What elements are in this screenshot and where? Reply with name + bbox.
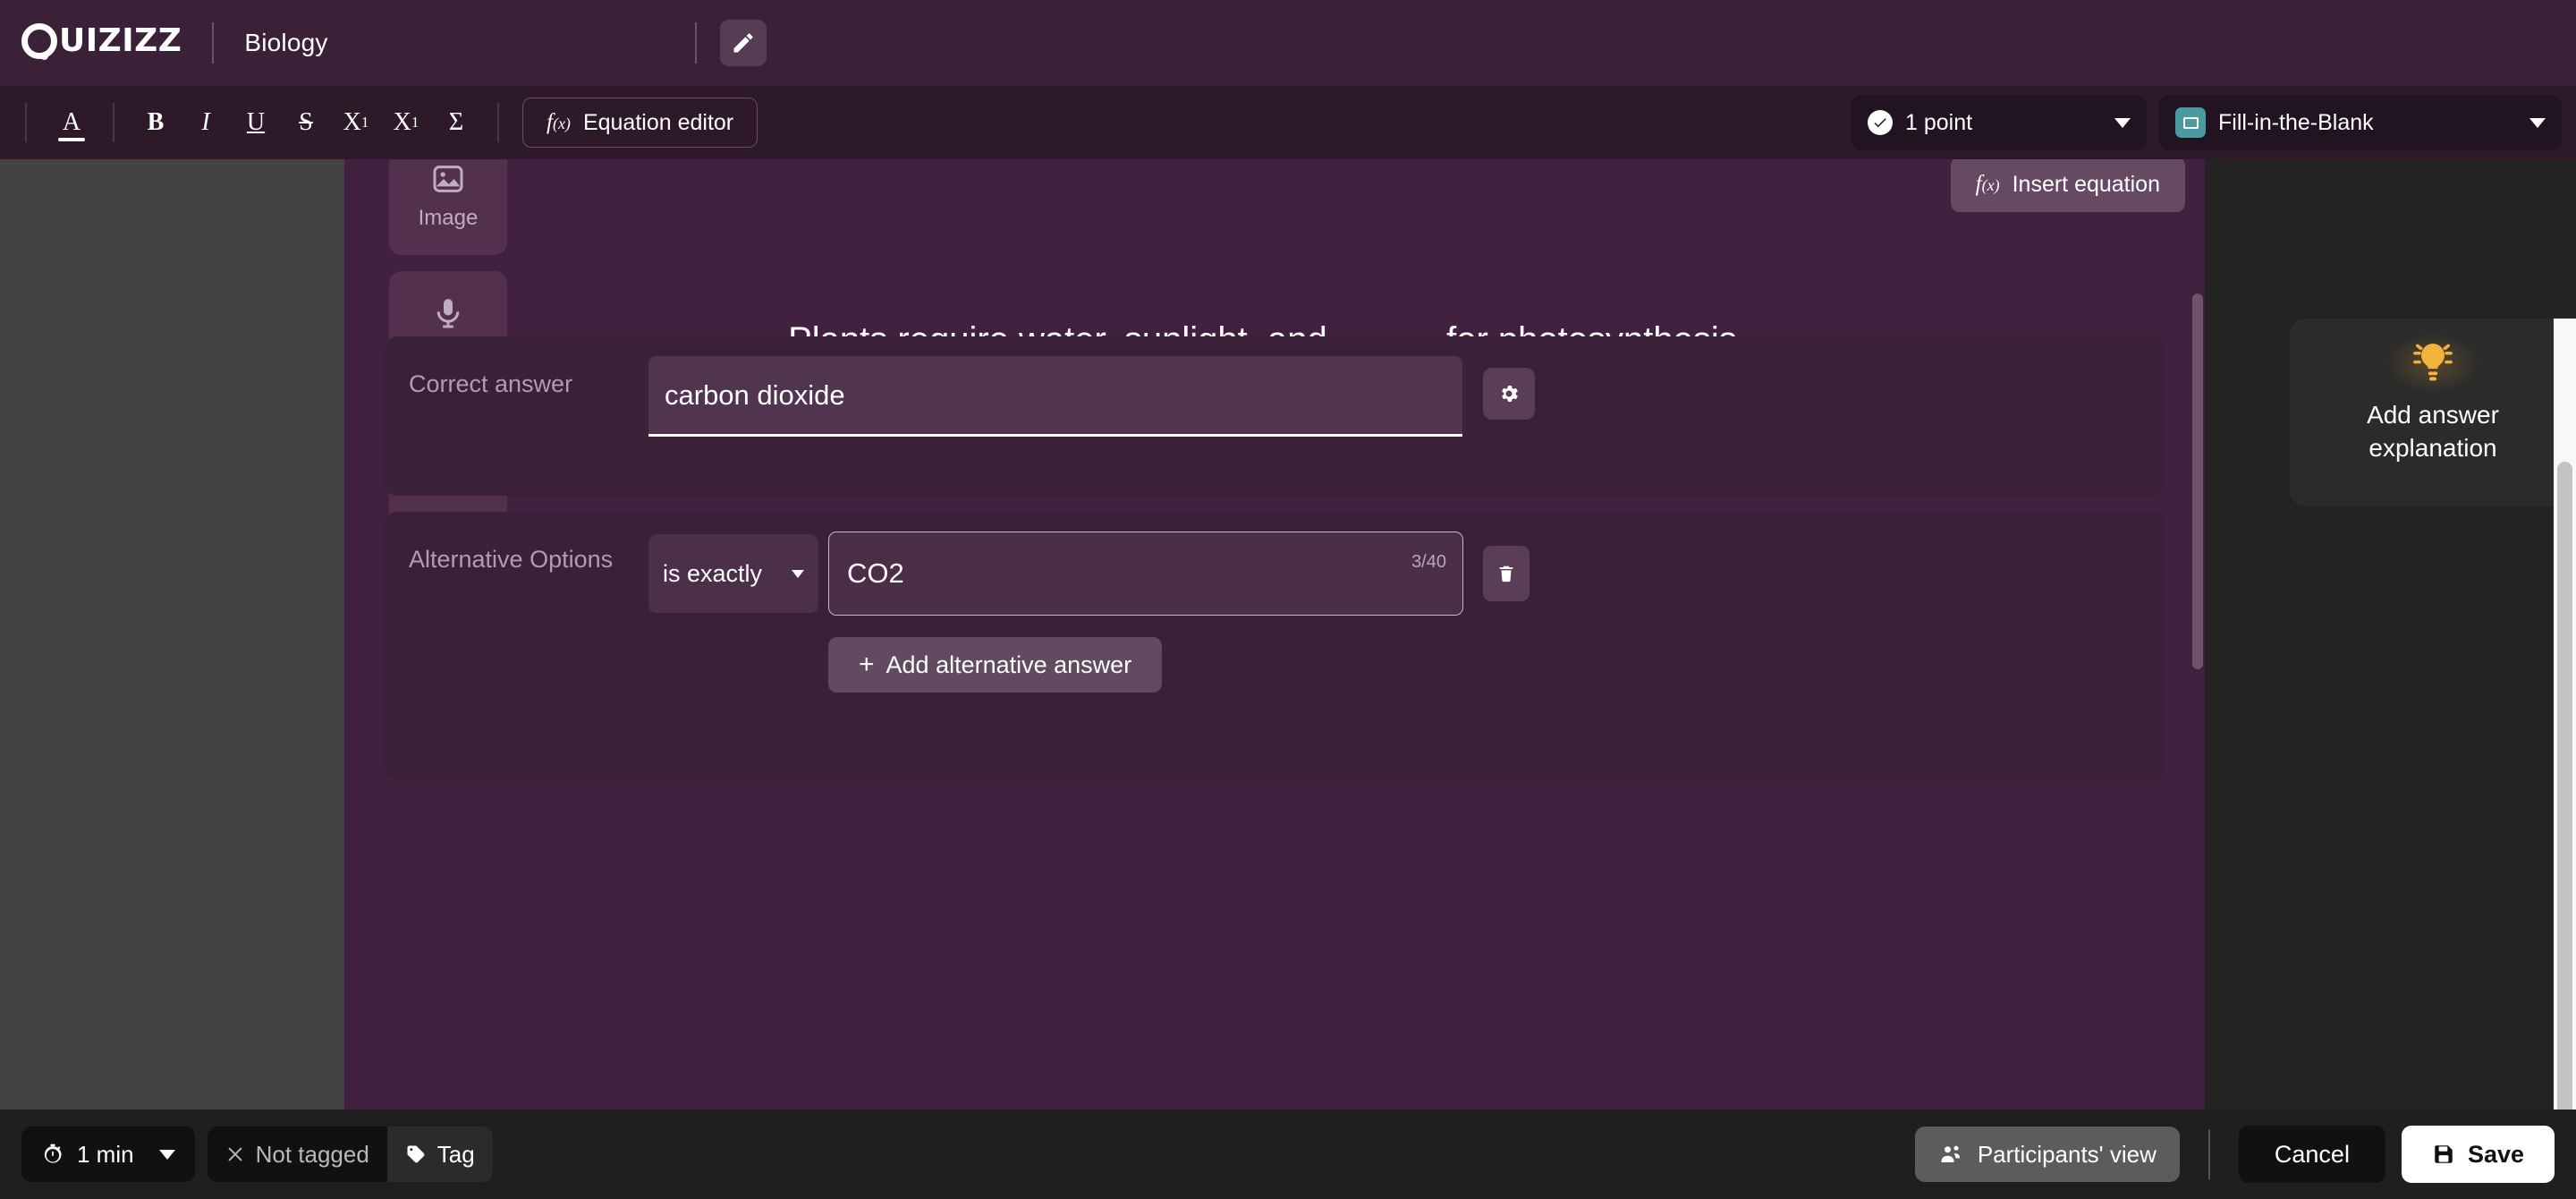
formatting-toolbar: A B I U S X1 X1 Σ f(x) Equation editor [0, 86, 2576, 159]
header-divider [212, 22, 214, 64]
underline-label: U [247, 108, 265, 137]
participants-view-button[interactable]: Participants' view [1915, 1127, 2180, 1182]
points-dropdown[interactable]: 1 point [1852, 95, 2147, 150]
microphone-icon [430, 295, 466, 331]
equation-editor-button[interactable]: f(x) Equation editor [522, 98, 758, 148]
delete-alternative-button[interactable] [1483, 546, 1530, 601]
floppy-disk-icon [2432, 1143, 2455, 1166]
chevron-down-icon [2114, 118, 2131, 128]
tag-group: Not tagged Tag [208, 1127, 493, 1182]
correct-answer-card: Correct answer [385, 336, 2165, 496]
superscript-label: X [343, 108, 361, 137]
alternative-condition-label: is exactly [663, 560, 762, 588]
cancel-button[interactable]: Cancel [2239, 1126, 2385, 1183]
strikethrough-button[interactable]: S [281, 98, 331, 148]
header-divider-2 [695, 22, 697, 64]
not-tagged-button[interactable]: Not tagged [208, 1127, 387, 1182]
close-icon [225, 1144, 245, 1164]
insert-image-button[interactable]: Image [389, 159, 507, 255]
underline-button[interactable]: U [231, 98, 281, 148]
text-color-label: A [63, 108, 80, 137]
italic-button[interactable]: I [181, 98, 231, 148]
subscript-label: X [394, 108, 411, 137]
add-alternative-answer-button[interactable]: + Add alternative answer [828, 637, 1162, 693]
editor-footer: 1 min Not tagged Tag [0, 1110, 2576, 1199]
alternative-options-card: Alternative Options is exactly 3/40 [385, 512, 2165, 780]
alternative-answer-input[interactable] [829, 532, 1462, 615]
alternative-options-label: Alternative Options [409, 546, 613, 574]
question-content-panel: Image Audio [344, 159, 2205, 1110]
add-answer-explanation-panel[interactable]: Add answer explanation [2290, 319, 2576, 506]
add-answer-explanation-label: Add answer explanation [2339, 399, 2527, 465]
fx-icon: f(x) [547, 110, 571, 135]
toolbar-separator-3 [497, 103, 499, 142]
chevron-down-icon-4 [159, 1150, 175, 1160]
chevron-down-icon-2 [2529, 118, 2546, 128]
alternative-condition-dropdown[interactable]: is exactly [648, 534, 818, 613]
logo-wordmark: UIZIZZ [59, 25, 182, 57]
timer-dropdown[interactable]: 1 min [21, 1127, 195, 1182]
stopwatch-icon [41, 1143, 64, 1166]
not-tagged-label: Not tagged [256, 1141, 369, 1169]
subscript-button[interactable]: X1 [381, 98, 431, 148]
symbols-button[interactable]: Σ [431, 98, 481, 148]
alternative-answer-input-wrapper: 3/40 [828, 531, 1463, 616]
save-button[interactable]: Save [2402, 1126, 2555, 1183]
superscript-button[interactable]: X1 [331, 98, 381, 148]
toolbar-right-group: 1 point Fill-in-the-Blank [1852, 95, 2576, 150]
toolbar-separator-2 [113, 103, 114, 142]
tag-label: Tag [437, 1141, 475, 1169]
bold-button[interactable]: B [131, 98, 181, 148]
fill-blank-icon [2175, 107, 2206, 138]
insert-equation-button[interactable]: f(x) Insert equation [1951, 159, 2185, 212]
tag-button[interactable]: Tag [387, 1127, 493, 1182]
superscript-marker: 1 [361, 114, 369, 132]
quizizz-question-editor: UIZIZZ Biology A B I U S [0, 0, 2576, 1199]
browser-scrollbar-thumb[interactable] [2557, 462, 2572, 1199]
people-icon [1938, 1142, 1963, 1167]
participants-view-label: Participants' view [1978, 1141, 2157, 1169]
chevron-down-icon-3 [792, 570, 804, 578]
question-type-dropdown[interactable]: Fill-in-the-Blank [2159, 95, 2562, 150]
equation-editor-label: Equation editor [583, 110, 733, 136]
image-icon [430, 161, 466, 197]
strikethrough-label: S [299, 108, 313, 137]
stage-right-backdrop [2205, 159, 2576, 1110]
correct-answer-settings-button[interactable] [1483, 368, 1535, 420]
app-header: UIZIZZ Biology [0, 0, 2576, 86]
timer-label: 1 min [77, 1141, 134, 1169]
save-label: Save [2468, 1141, 2524, 1169]
points-label: 1 point [1905, 110, 1972, 136]
correct-answer-label: Correct answer [409, 370, 572, 398]
footer-divider [2208, 1129, 2210, 1179]
tag-icon [405, 1144, 427, 1165]
quiz-title: Biology [244, 29, 327, 57]
content-scrollbar[interactable] [2192, 293, 2203, 669]
plus-icon: + [859, 651, 875, 678]
question-type-label: Fill-in-the-Blank [2218, 110, 2374, 136]
logo-q-mark [21, 23, 57, 59]
footer-actions: Participants' view Cancel Save [1915, 1126, 2555, 1183]
insert-equation-label: Insert equation [2012, 172, 2160, 198]
text-color-button[interactable]: A [47, 98, 97, 148]
lightbulb-icon [2384, 331, 2482, 395]
subscript-marker: 1 [411, 114, 419, 132]
quizizz-logo[interactable]: UIZIZZ [16, 0, 191, 86]
check-circle-icon [1868, 110, 1893, 135]
insert-image-label: Image [419, 206, 479, 231]
fx-icon-2: f(x) [1976, 172, 2000, 197]
italic-label: I [201, 108, 209, 137]
pencil-icon [731, 30, 756, 55]
gear-icon [1497, 382, 1521, 405]
bold-label: B [148, 108, 165, 137]
sigma-icon: Σ [449, 108, 463, 137]
correct-answer-input[interactable] [648, 356, 1462, 437]
editor-stage: Image Audio [0, 159, 2576, 1110]
add-alternative-answer-label: Add alternative answer [886, 651, 1132, 679]
edit-quiz-button[interactable] [720, 20, 767, 66]
toolbar-separator [25, 103, 27, 142]
character-counter: 3/40 [1411, 552, 1446, 573]
browser-scrollbar[interactable] [2554, 319, 2576, 1199]
trash-icon [1496, 564, 1516, 583]
